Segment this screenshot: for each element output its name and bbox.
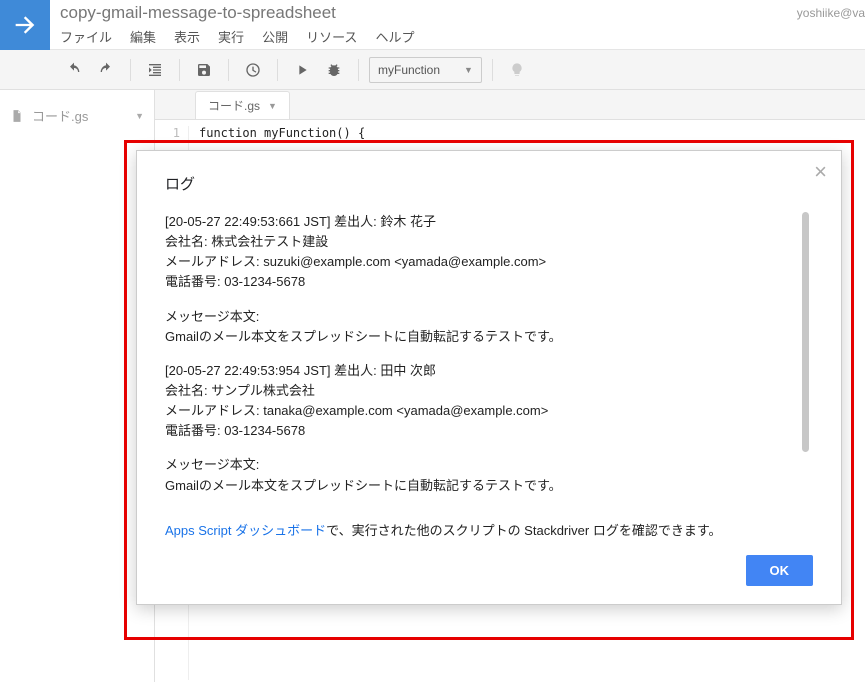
menu-view[interactable]: 表示 <box>174 27 200 46</box>
sidebar-file-label: コード.gs <box>32 106 88 125</box>
play-icon <box>294 62 310 78</box>
save-button[interactable] <box>190 56 218 84</box>
dialog-footnote: Apps Script ダッシュボードで、実行された他のスクリプトの Stack… <box>165 520 813 539</box>
menu-publish[interactable]: 公開 <box>262 27 288 46</box>
save-icon <box>196 62 212 78</box>
dialog-title: ログ <box>165 173 813 194</box>
ok-button[interactable]: OK <box>746 555 814 586</box>
close-button[interactable]: × <box>814 161 827 183</box>
project-title[interactable]: copy-gmail-message-to-spreadsheet <box>60 3 414 23</box>
caret-down-icon: ▼ <box>135 111 144 121</box>
menu-file[interactable]: ファイル <box>60 27 112 46</box>
lightbulb-button[interactable] <box>503 56 531 84</box>
toolbar: myFunction ▼ <box>0 50 865 90</box>
code-text: function myFunction() { <box>189 126 365 140</box>
menu-edit[interactable]: 編集 <box>130 27 156 46</box>
indent-icon <box>147 62 163 78</box>
run-button[interactable] <box>288 56 316 84</box>
log-body[interactable]: [20-05-27 22:49:53:661 JST] 差出人: 鈴木 花子 会… <box>165 212 813 510</box>
log-entry: [20-05-27 22:49:53:661 JST] 差出人: 鈴木 花子 会… <box>165 212 813 293</box>
tab-active[interactable]: コード.gs ▼ <box>195 91 290 119</box>
log-entry: メッセージ本文: Gmailのメール本文をスプレッドシートに自動転記するテストで… <box>165 455 813 495</box>
redo-icon <box>98 62 114 78</box>
arrow-right-icon <box>11 11 39 39</box>
function-select[interactable]: myFunction ▼ <box>369 57 482 83</box>
line-number: 1 <box>155 126 189 140</box>
back-arrow-button[interactable] <box>0 0 50 50</box>
app-header: copy-gmail-message-to-spreadsheet ファイル 編… <box>0 0 865 50</box>
tab-bar: コード.gs ▼ <box>155 90 865 120</box>
scrollbar[interactable] <box>802 212 809 452</box>
bug-icon <box>326 62 342 78</box>
user-email: yoshiike@va <box>797 6 865 20</box>
debug-button[interactable] <box>320 56 348 84</box>
triggers-button[interactable] <box>239 56 267 84</box>
clock-icon <box>245 62 261 78</box>
caret-down-icon: ▼ <box>464 65 473 75</box>
sidebar: コード.gs ▼ <box>0 90 155 682</box>
log-entry: メッセージ本文: Gmailのメール本文をスプレッドシートに自動転記するテストで… <box>165 307 813 347</box>
redo-button[interactable] <box>92 56 120 84</box>
lightbulb-icon <box>509 62 525 78</box>
undo-icon <box>66 62 82 78</box>
menu-resources[interactable]: リソース <box>306 27 357 46</box>
indent-button[interactable] <box>141 56 169 84</box>
menubar: ファイル 編集 表示 実行 公開 リソース ヘルプ <box>60 27 414 46</box>
dashboard-link[interactable]: Apps Script ダッシュボード <box>165 523 326 538</box>
tab-label: コード.gs <box>208 97 260 114</box>
sidebar-file-item[interactable]: コード.gs ▼ <box>0 100 154 131</box>
menu-help[interactable]: ヘルプ <box>375 27 414 46</box>
log-entry: [20-05-27 22:49:53:954 JST] 差出人: 田中 次郎 会… <box>165 361 813 442</box>
function-selected-label: myFunction <box>378 63 440 77</box>
file-icon <box>10 109 24 123</box>
caret-down-icon: ▼ <box>268 101 277 111</box>
undo-button[interactable] <box>60 56 88 84</box>
menu-run[interactable]: 実行 <box>218 27 244 46</box>
log-dialog: × ログ [20-05-27 22:49:53:661 JST] 差出人: 鈴木… <box>136 150 842 605</box>
